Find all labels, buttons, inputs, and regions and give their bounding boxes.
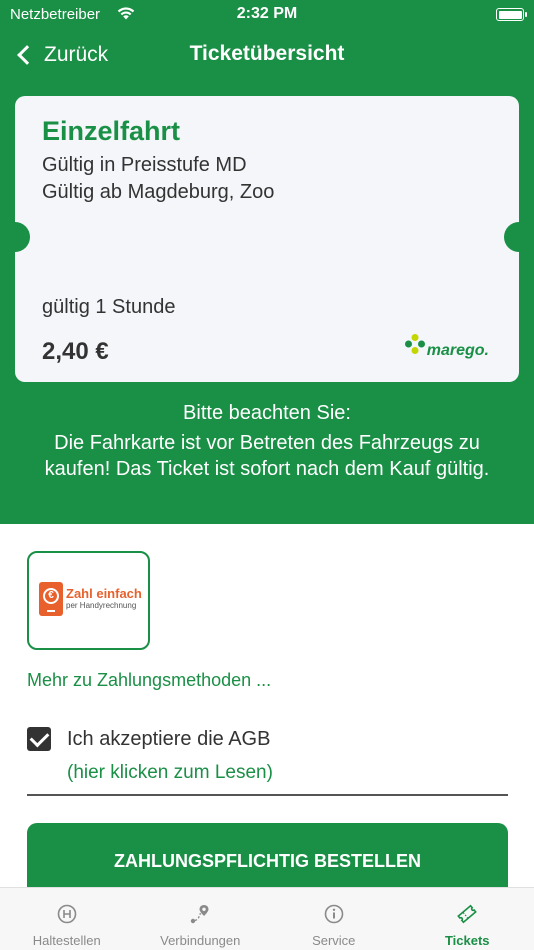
ticket-origin: Gültig ab Magdeburg, Zoo bbox=[42, 181, 275, 203]
ticket-card: Einzelfahrt Gültig in Preisstufe MD Gült… bbox=[0, 96, 534, 382]
tab-label: Service bbox=[312, 933, 356, 948]
order-button[interactable]: ZAHLUNGSPFLICHTIG BESTELLEN bbox=[27, 823, 508, 893]
route-icon bbox=[188, 902, 212, 926]
ticket-title: Einzelfahrt bbox=[42, 116, 181, 146]
page-title: Ticketübersicht bbox=[189, 42, 345, 65]
status-bar: Netzbetreiber 2:32 PM bbox=[0, 0, 534, 30]
payment-method-title: Zahl einfach bbox=[66, 586, 142, 601]
tab-label: Verbindungen bbox=[160, 933, 241, 948]
marego-logo: marego. bbox=[404, 334, 489, 360]
battery-icon bbox=[496, 8, 527, 21]
more-payment-methods-link[interactable]: Mehr zu Zahlungsmethoden ... bbox=[27, 670, 271, 691]
marego-wordmark: marego. bbox=[426, 342, 489, 359]
ticket-notch-left bbox=[0, 222, 30, 252]
agb-label: Ich akzeptiere die AGB bbox=[67, 728, 271, 750]
ticket-price: 2,40 € bbox=[42, 338, 109, 365]
divider bbox=[27, 794, 508, 796]
zahl-einfach-logo: € Zahl einfach per Handyrechnung bbox=[39, 582, 142, 616]
euro-phone-icon: € bbox=[39, 582, 63, 616]
tab-verbindungen[interactable]: Verbindungen bbox=[134, 888, 268, 950]
agb-checkbox[interactable] bbox=[27, 727, 51, 751]
notice-text: Die Fahrkarte ist vor Betreten des Fahrz… bbox=[44, 432, 490, 480]
ticket-validity: gültig 1 Stunde bbox=[42, 296, 176, 318]
ticket-zone: Gültig in Preisstufe MD bbox=[42, 154, 247, 176]
tab-haltestellen[interactable]: Haltestellen bbox=[0, 888, 134, 950]
payment-method-zahl-einfach[interactable]: € Zahl einfach per Handyrechnung bbox=[27, 551, 150, 650]
ticket-notch-right bbox=[504, 222, 534, 252]
tab-service[interactable]: Service bbox=[267, 888, 401, 950]
navigation-bar: Zurück Ticketübersicht bbox=[0, 30, 534, 80]
payment-method-subtitle: per Handyrechnung bbox=[66, 601, 137, 610]
ticket-icon bbox=[455, 902, 479, 926]
info-icon bbox=[322, 902, 346, 926]
clock: 2:32 PM bbox=[236, 5, 298, 22]
tab-label: Haltestellen bbox=[32, 933, 101, 948]
agb-read-link[interactable]: (hier klicken zum Lesen) bbox=[67, 762, 273, 784]
stop-h-icon bbox=[55, 902, 79, 926]
tab-label: Tickets bbox=[444, 933, 490, 948]
marego-logo-icon bbox=[404, 334, 425, 354]
tab-bar: Haltestellen Verbindungen Service Ticket… bbox=[0, 887, 534, 950]
tab-tickets[interactable]: Tickets bbox=[401, 888, 534, 950]
notice-heading: Bitte beachten Sie: bbox=[183, 402, 351, 424]
